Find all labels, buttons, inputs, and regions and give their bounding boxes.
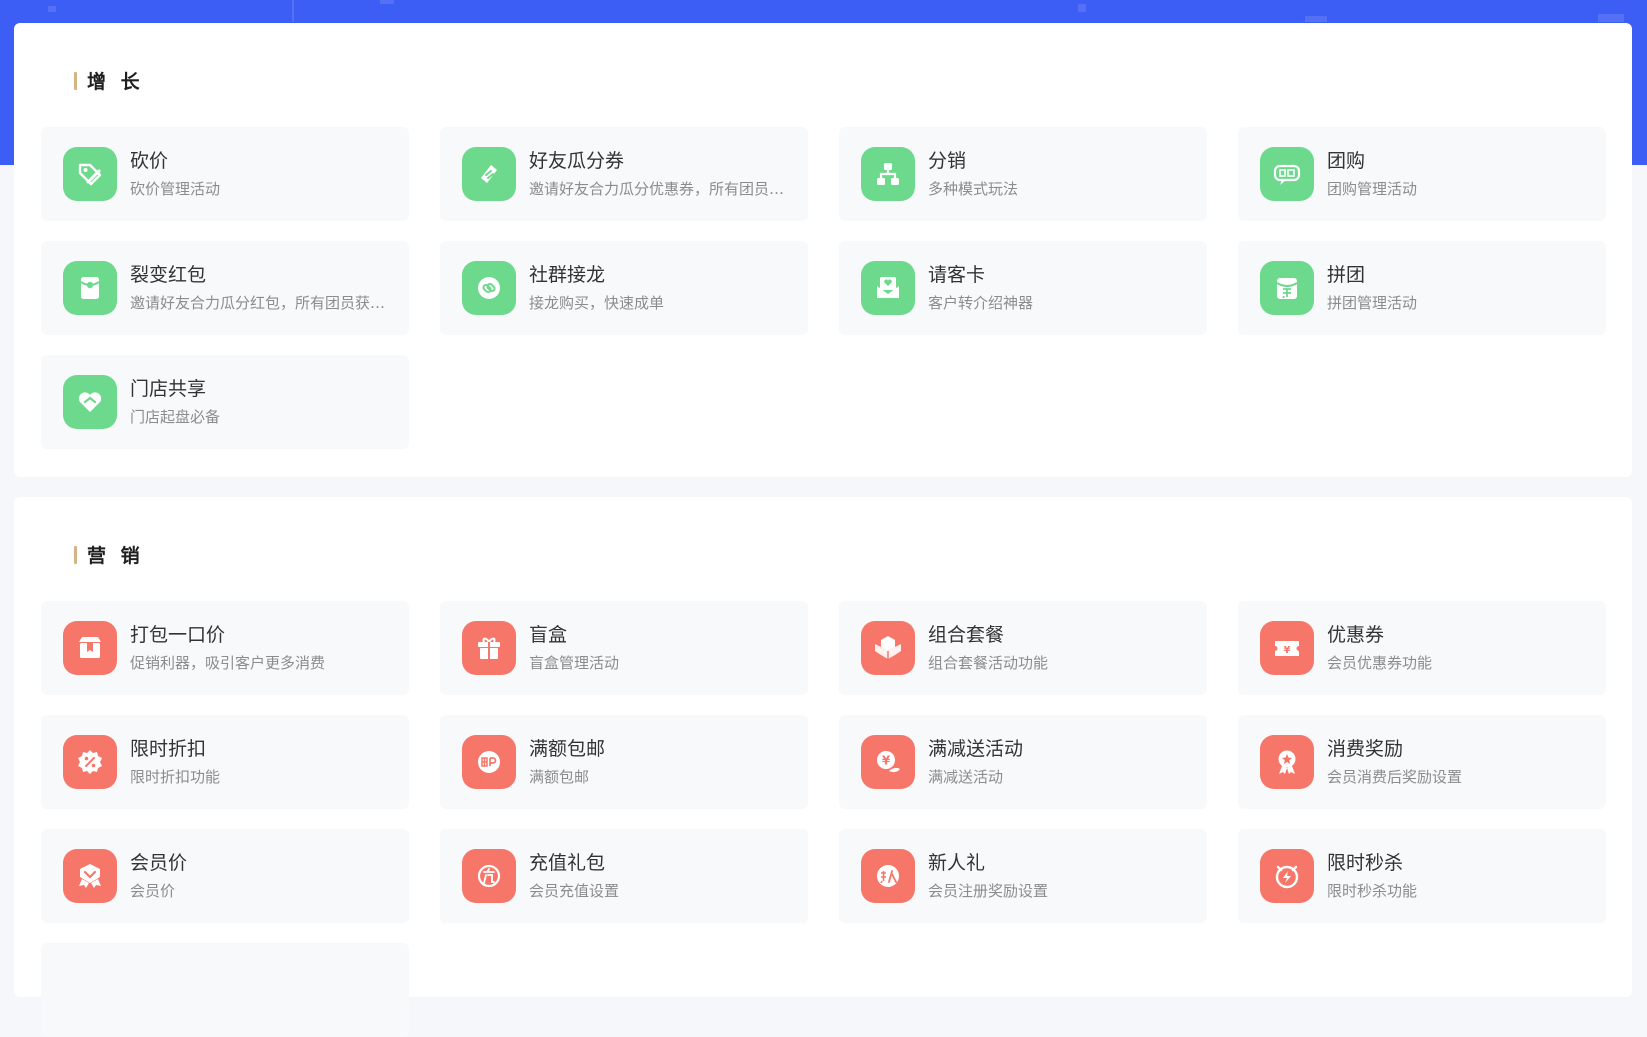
newcomer-icon [861,849,915,903]
yen-reduction-icon: ¥ [861,735,915,789]
feature-tile-free-shipping[interactable]: 满额包邮 满额包邮 [440,715,808,809]
reward-medal-icon [1260,735,1314,789]
title-accent-bar [74,71,77,90]
feature-tile-partial[interactable] [41,943,409,1037]
tile-title: 裂变红包 [130,264,207,286]
tile-desc: 会员充值设置 [529,882,620,900]
tile-desc: 会员注册奖励设置 [928,882,1049,900]
tile-title: 门店共享 [130,378,207,400]
tile-title: 充值礼包 [529,852,606,874]
section-marketing: 营 销 打包一口价 促销利器，吸引客户更多消费 盲盒 盲盒管理活动 组合套餐 组… [14,497,1632,1037]
title-accent-bar [74,545,77,564]
feature-grid-marketing: 打包一口价 促销利器，吸引客户更多消费 盲盒 盲盒管理活动 组合套餐 组合套餐活… [41,601,1606,1037]
combo-cube-icon [861,621,915,675]
section-title-marketing: 营 销 [74,541,144,568]
tile-title: 新人礼 [928,852,986,874]
app-center-page: 增 长 砍价 砍价管理活动 好友瓜分券 邀请好友合力瓜分优惠券，所有团员… 分销… [0,0,1647,1037]
tile-title: 社群接龙 [529,264,606,286]
tile-title: 消费奖励 [1327,738,1404,760]
tag-icon [63,147,117,201]
feature-tile-bundle-price[interactable]: 打包一口价 促销利器，吸引客户更多消费 [41,601,409,695]
member-price-icon [63,849,117,903]
flash-sale-icon [1260,849,1314,903]
feature-tile-group-buy[interactable]: 团购 团购管理活动 [1238,127,1606,221]
tile-desc: 满额包邮 [529,768,590,786]
tile-title: 砍价 [130,150,169,172]
tile-title: 盲盒 [529,624,568,646]
distribution-icon [861,147,915,201]
tile-title: 会员价 [130,852,188,874]
tile-title: 团购 [1327,150,1366,172]
tile-desc: 限时秒杀功能 [1327,882,1418,900]
section-growth: 增 长 砍价 砍价管理活动 好友瓜分券 邀请好友合力瓜分优惠券，所有团员… 分销… [14,23,1632,477]
tile-desc: 会员优惠券功能 [1327,654,1433,672]
svg-text:¥: ¥ [882,754,891,768]
red-envelope-icon [63,261,117,315]
tile-title: 拼团 [1327,264,1366,286]
tile-desc: 多种模式玩法 [928,180,1019,198]
tile-desc: 拼团管理活动 [1327,294,1418,312]
feature-tile-full-reduction[interactable]: ¥ 满减送活动 满减送活动 [839,715,1207,809]
invite-card-icon [861,261,915,315]
tile-desc: 团购管理活动 [1327,180,1418,198]
tile-title: 好友瓜分券 [529,150,625,172]
section-title-text: 营 销 [87,545,144,567]
free-shipping-icon [462,735,516,789]
feature-tile-consumption-reward[interactable]: 消费奖励 会员消费后奖励设置 [1238,715,1606,809]
bundle-box-icon [63,621,117,675]
tile-title: 限时折扣 [130,738,207,760]
tile-title: 组合套餐 [928,624,1005,646]
tile-title: 满额包邮 [529,738,606,760]
tile-desc: 邀请好友合力瓜分优惠券，所有团员… [529,180,785,198]
tile-desc: 会员消费后奖励设置 [1327,768,1463,786]
section-title-text: 增 长 [87,71,144,93]
feature-tile-limited-discount[interactable]: 限时折扣 限时折扣功能 [41,715,409,809]
feature-tile-coupon-split[interactable]: 好友瓜分券 邀请好友合力瓜分优惠券，所有团员… [440,127,808,221]
tile-title: 限时秒杀 [1327,852,1404,874]
tile-desc: 会员价 [130,882,176,900]
feature-tile-newcomer-gift[interactable]: 新人礼 会员注册奖励设置 [839,829,1207,923]
feature-tile-team-buy[interactable]: 拼团 拼团管理活动 [1238,241,1606,335]
tile-desc: 客户转介绍神器 [928,294,1034,312]
tile-desc: 接龙购买，快速成单 [529,294,665,312]
feature-tile-combo-package[interactable]: 组合套餐 组合套餐活动功能 [839,601,1207,695]
tile-desc: 满减送活动 [928,768,1004,786]
feature-tile-invite-card[interactable]: 请客卡 客户转介绍神器 [839,241,1207,335]
recharge-icon [462,849,516,903]
tile-title: 请客卡 [928,264,986,286]
tile-desc: 邀请好友合力瓜分红包，所有团员获… [130,294,386,312]
tile-title: 满减送活动 [928,738,1024,760]
feature-tile-recharge-package[interactable]: 充值礼包 会员充值设置 [440,829,808,923]
tile-title: 分销 [928,150,967,172]
tile-title: 打包一口价 [130,624,226,646]
section-title-growth: 增 长 [74,67,144,94]
tile-title: 优惠券 [1327,624,1385,646]
coupon-split-icon [462,147,516,201]
feature-tile-bargain[interactable]: 砍价 砍价管理活动 [41,127,409,221]
tile-desc: 盲盒管理活动 [529,654,620,672]
team-buy-icon [1260,261,1314,315]
feature-tile-store-share[interactable]: 门店共享 门店起盘必备 [41,355,409,449]
discount-badge-icon [63,735,117,789]
svg-text:¥: ¥ [1284,645,1291,656]
feature-tile-blind-box[interactable]: 盲盒 盲盒管理活动 [440,601,808,695]
tile-desc: 门店起盘必备 [130,408,221,426]
feature-tile-distribution[interactable]: 分销 多种模式玩法 [839,127,1207,221]
feature-tile-member-price[interactable]: 会员价 会员价 [41,829,409,923]
chain-link-icon [462,261,516,315]
coupon-icon: ¥ [1260,621,1314,675]
tile-desc: 组合套餐活动功能 [928,654,1049,672]
gift-box-icon [462,621,516,675]
tile-desc: 促销利器，吸引客户更多消费 [130,654,326,672]
feature-tile-coupon[interactable]: ¥ 优惠券 会员优惠券功能 [1238,601,1606,695]
tile-desc: 砍价管理活动 [130,180,221,198]
feature-tile-community-chain[interactable]: 社群接龙 接龙购买，快速成单 [440,241,808,335]
group-buy-icon [1260,147,1314,201]
feature-grid-growth: 砍价 砍价管理活动 好友瓜分券 邀请好友合力瓜分优惠券，所有团员… 分销 多种模… [41,127,1606,449]
feature-tile-flash-sale[interactable]: 限时秒杀 限时秒杀功能 [1238,829,1606,923]
tile-desc: 限时折扣功能 [130,768,221,786]
heart-share-icon [63,375,117,429]
feature-tile-fission-red-envelope[interactable]: 裂变红包 邀请好友合力瓜分红包，所有团员获… [41,241,409,335]
